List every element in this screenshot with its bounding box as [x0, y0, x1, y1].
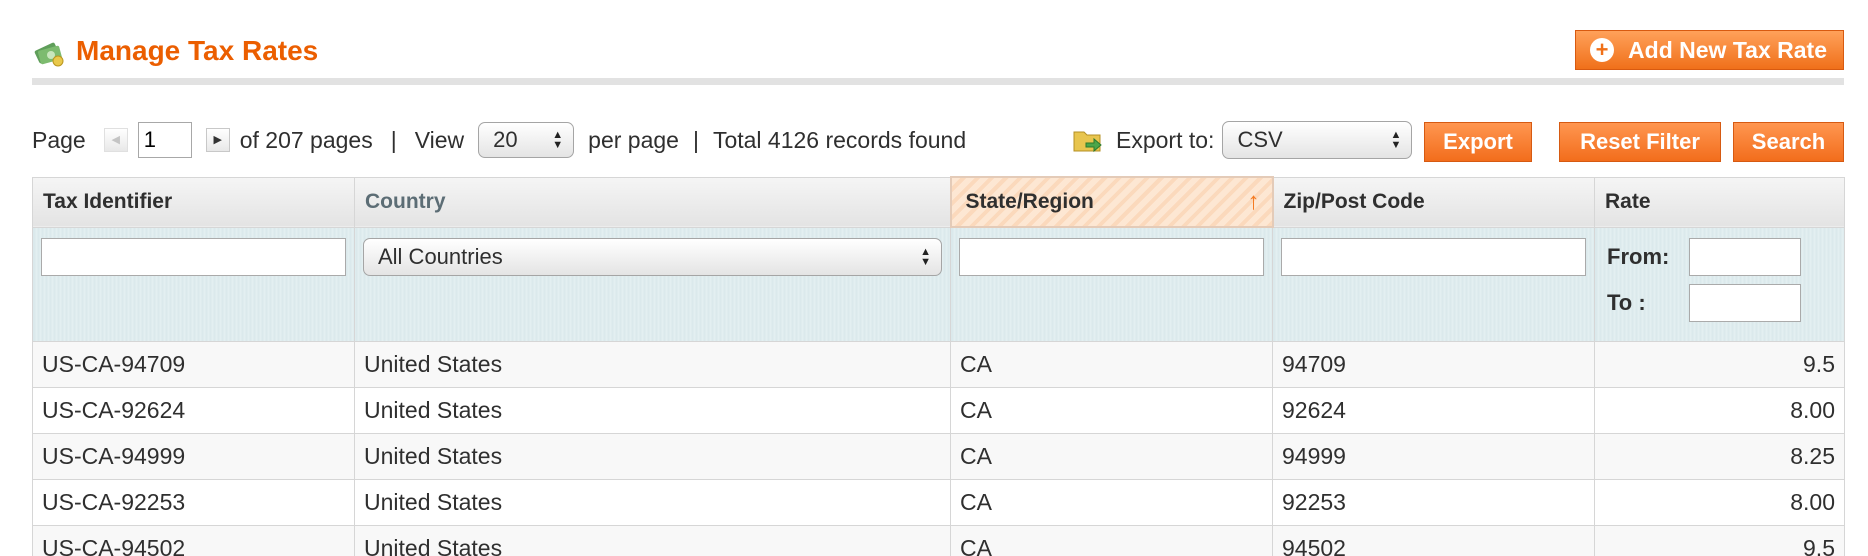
rate-to-label: To : [1607, 289, 1646, 315]
filter-row: All Countries ▲ ▼ From: To : [32, 226, 1845, 342]
table-row[interactable]: US-CA-94999 United States CA 94999 8.25 [32, 432, 1845, 480]
export-icon [1073, 131, 1102, 153]
cell-rate: 9.5 [1594, 524, 1845, 556]
cell-tax-identifier: US-CA-92624 [32, 386, 355, 434]
per-page-select[interactable]: 20 ▲ ▼ [478, 122, 575, 158]
cell-tax-identifier: US-CA-94502 [32, 524, 355, 556]
export-format-value: CSV [1237, 127, 1283, 152]
tax-rates-page: Manage Tax Rates + Add New Tax Rate Page… [0, 0, 1868, 556]
cell-region: CA [950, 478, 1273, 526]
column-header-label: State/Region [965, 190, 1094, 213]
table-row[interactable]: US-CA-94502 United States CA 94502 9.5 [32, 524, 1845, 556]
export-button[interactable]: Export [1424, 122, 1532, 162]
state-region-filter[interactable] [959, 238, 1264, 276]
zip-filter[interactable] [1281, 237, 1586, 276]
reset-filter-button[interactable]: Reset Filter [1559, 122, 1721, 162]
cell-region: CA [950, 524, 1273, 556]
cell-zip: 94709 [1272, 340, 1595, 388]
per-page-value: 20 [493, 127, 518, 152]
cell-zip: 92253 [1272, 478, 1595, 526]
table-row[interactable]: US-CA-94709 United States CA 94709 9.5 [32, 340, 1845, 388]
cell-rate: 8.00 [1594, 478, 1845, 526]
filter-cell: All Countries ▲ ▼ [354, 226, 951, 342]
header-row: Tax Identifier Country State/Region ↑ Zi… [32, 176, 1845, 228]
export-label: Export to: [1116, 126, 1215, 153]
cell-region: CA [950, 432, 1273, 480]
column-header-rate[interactable]: Rate [1594, 176, 1845, 228]
separator: | [692, 126, 699, 153]
column-header-country[interactable]: Country [354, 176, 951, 228]
cell-zip: 94999 [1272, 432, 1595, 480]
cell-tax-identifier: US-CA-94999 [32, 432, 355, 480]
cell-region: CA [950, 386, 1273, 434]
cell-tax-identifier: US-CA-94709 [32, 340, 355, 388]
filter-cell [1272, 226, 1595, 342]
select-arrows-icon: ▲ ▼ [1390, 129, 1402, 151]
cell-region: CA [950, 340, 1273, 388]
table-row[interactable]: US-CA-92624 United States CA 92624 8.00 [32, 386, 1845, 434]
plus-icon: + [1590, 38, 1615, 62]
view-label: View [414, 126, 465, 153]
cell-zip: 92624 [1272, 386, 1595, 434]
country-filter-value: All Countries [378, 243, 503, 269]
rate-from-label: From: [1607, 243, 1670, 269]
cell-country: United States [354, 340, 951, 388]
filter-cell [950, 226, 1273, 342]
title-group: Manage Tax Rates [32, 34, 318, 68]
rate-to-input[interactable] [1689, 283, 1801, 322]
table-row[interactable]: US-CA-92253 United States CA 92253 8.00 [32, 478, 1845, 526]
export-format-select[interactable]: CSV ▲ ▼ [1222, 121, 1413, 159]
tax-rates-grid: Tax Identifier Country State/Region ↑ Zi… [32, 176, 1845, 556]
search-button[interactable]: Search [1733, 122, 1844, 162]
page-label: Page [32, 126, 86, 153]
per-page-label: per page [588, 126, 679, 153]
select-arrows-icon: ▲ ▼ [552, 129, 564, 151]
sort-ascending-icon: ↑ [1247, 188, 1260, 215]
page-count-text: of 207 pages [239, 126, 373, 153]
cell-rate: 9.5 [1594, 340, 1845, 388]
page-number-input[interactable] [137, 122, 192, 158]
cell-rate: 8.25 [1594, 432, 1845, 480]
cell-country: United States [354, 524, 951, 556]
rate-from-input[interactable] [1689, 237, 1801, 276]
cell-zip: 94502 [1272, 524, 1595, 556]
prev-page-button[interactable]: ◀ [103, 128, 128, 152]
filter-cell [32, 226, 355, 342]
header-divider [32, 78, 1844, 85]
filter-cell: From: To : [1594, 226, 1845, 342]
grid-body: US-CA-94709 United States CA 94709 9.5 U… [32, 340, 1845, 556]
export-group: Export to: CSV ▲ ▼ [1072, 118, 1413, 162]
rate-range-filter: From: To : [1603, 237, 1836, 322]
next-page-button[interactable]: ▶ [205, 128, 230, 152]
pager: Page ◀ ▶ of 207 pages | View 20 ▲▼ per p… [32, 118, 966, 162]
cell-country: United States [354, 386, 951, 434]
cell-country: United States [354, 478, 951, 526]
cell-country: United States [354, 432, 951, 480]
cell-rate: 8.00 [1594, 386, 1845, 434]
cell-tax-identifier: US-CA-92253 [32, 478, 355, 526]
separator: | [390, 126, 397, 153]
column-header-state-region[interactable]: State/Region ↑ [949, 176, 1274, 228]
total-records: Total 4126 records found [712, 126, 967, 153]
tax-identifier-filter[interactable] [41, 237, 346, 276]
country-filter-select[interactable]: All Countries ▲ ▼ [363, 237, 942, 276]
page-title: Manage Tax Rates [76, 35, 319, 66]
add-new-tax-rate-button[interactable]: + Add New Tax Rate [1575, 30, 1844, 70]
select-arrows-icon: ▲ ▼ [920, 245, 931, 268]
add-button-label: Add New Tax Rate [1628, 36, 1827, 63]
column-header-tax-identifier[interactable]: Tax Identifier [32, 176, 355, 228]
column-header-zip[interactable]: Zip/Post Code [1272, 176, 1595, 228]
money-icon [34, 42, 64, 67]
